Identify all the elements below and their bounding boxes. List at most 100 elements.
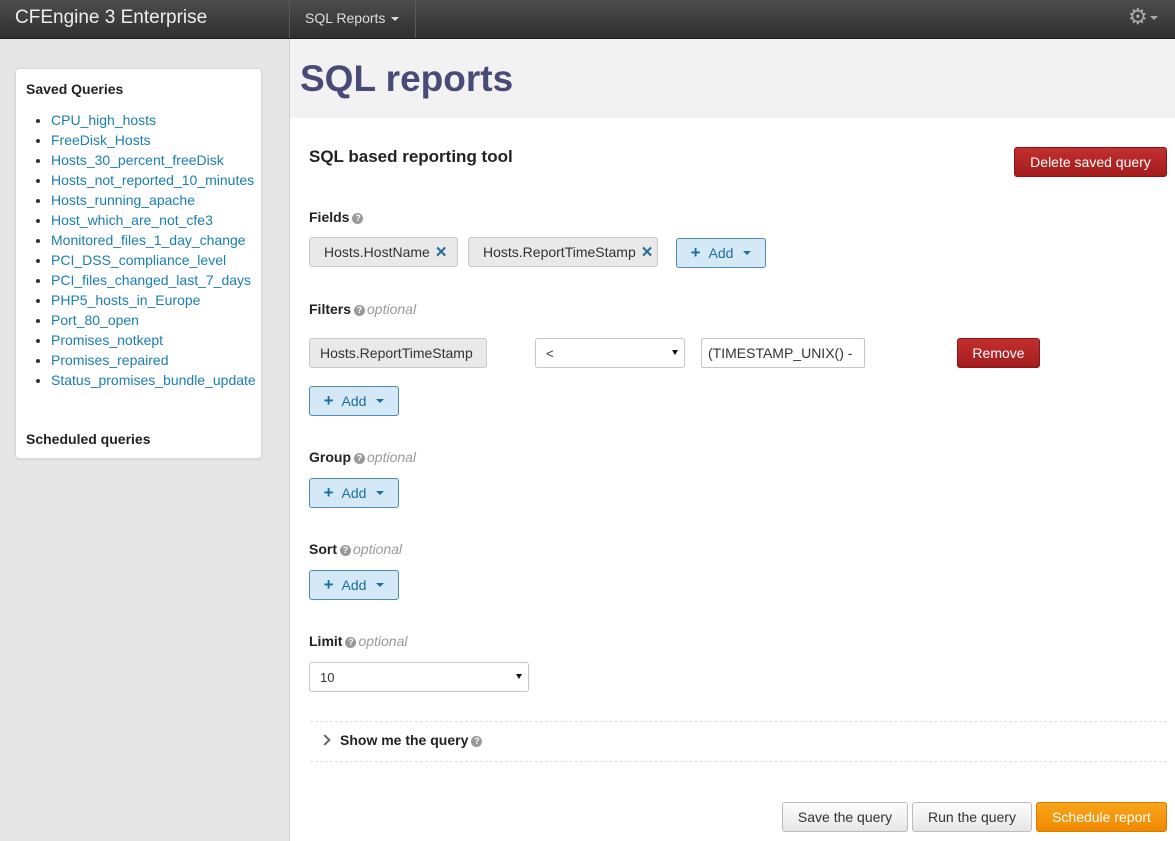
limit-value: 10 xyxy=(320,669,335,685)
saved-queries-list: CPU_high_hosts FreeDisk_Hosts Hosts_30_p… xyxy=(32,110,256,390)
group-add-button[interactable]: + Add xyxy=(309,478,399,508)
saved-query-link[interactable]: Hosts_30_percent_freeDisk xyxy=(51,152,224,168)
filter-operator-value: < xyxy=(546,345,554,361)
chevron-right-icon xyxy=(319,734,331,746)
list-item: Port_80_open xyxy=(51,310,256,330)
scheduled-queries-heading: Scheduled queries xyxy=(26,431,151,447)
report-builder: SQL based reporting tool Delete saved qu… xyxy=(290,118,1175,841)
saved-query-link[interactable]: Monitored_files_1_day_change xyxy=(51,232,246,248)
fields-add-button[interactable]: + Add xyxy=(676,238,766,268)
divider xyxy=(310,761,1167,762)
filters-label-text: Filters xyxy=(309,301,352,317)
limit-select[interactable]: 10 xyxy=(309,662,529,692)
list-item: PHP5_hosts_in_Europe xyxy=(51,290,256,310)
saved-query-link[interactable]: Promises_repaired xyxy=(51,352,169,368)
chevron-down-icon xyxy=(391,17,400,22)
remove-icon[interactable]: ✕ xyxy=(641,243,654,261)
list-item: Status_promises_bundle_update xyxy=(51,370,256,390)
section-title: SQL based reporting tool xyxy=(309,147,513,166)
list-item: Hosts_not_reported_10_minutes xyxy=(51,170,256,190)
optional-tag: optional xyxy=(367,301,417,317)
filters-label: Filters? optional xyxy=(309,301,416,317)
help-icon[interactable]: ? xyxy=(345,637,357,648)
nav-sql-reports-label: SQL Reports xyxy=(305,10,386,26)
chevron-down-icon xyxy=(516,674,522,679)
saved-query-link[interactable]: Hosts_not_reported_10_minutes xyxy=(51,172,254,188)
help-icon[interactable]: ? xyxy=(354,453,365,464)
saved-queries-heading: Saved Queries xyxy=(26,81,124,97)
list-item: Hosts_30_percent_freeDisk xyxy=(51,150,256,170)
filters-add-button[interactable]: + Add xyxy=(309,386,399,416)
limit-label-text: Limit xyxy=(309,633,343,649)
field-chip: Hosts.HostName ✕ xyxy=(309,237,458,267)
limit-label: Limit? optional xyxy=(309,633,408,649)
help-icon[interactable]: ? xyxy=(352,213,364,224)
chevron-down-icon xyxy=(743,251,752,255)
plus-icon: + xyxy=(323,483,334,502)
list-item: Monitored_files_1_day_change xyxy=(51,230,256,250)
field-chip: Hosts.ReportTimeStamp ✕ xyxy=(468,237,658,267)
nav-sql-reports-dropdown[interactable]: SQL Reports xyxy=(289,0,416,38)
remove-icon[interactable]: ✕ xyxy=(435,243,448,261)
divider xyxy=(310,721,1167,722)
page-header: SQL reports xyxy=(290,39,1175,118)
add-label: Add xyxy=(341,577,367,593)
app-brand[interactable]: CFEngine 3 Enterprise xyxy=(15,7,207,29)
group-label: Group? optional xyxy=(309,449,416,465)
field-chip-label: Hosts.HostName xyxy=(324,244,430,260)
plus-icon: + xyxy=(323,391,334,410)
saved-query-link[interactable]: FreeDisk_Hosts xyxy=(51,132,151,148)
show-query-toggle[interactable]: Show me the query? xyxy=(319,732,483,748)
help-icon[interactable]: ? xyxy=(340,545,351,556)
filter-remove-button[interactable]: Remove xyxy=(957,338,1040,368)
saved-query-link[interactable]: PCI_DSS_compliance_level xyxy=(51,252,226,268)
saved-queries-panel: Saved Queries CPU_high_hosts FreeDisk_Ho… xyxy=(15,68,262,459)
list-item: Host_which_are_not_cfe3 xyxy=(51,210,256,230)
add-label: Add xyxy=(341,393,367,409)
chevron-down-icon xyxy=(376,399,385,403)
list-item: Hosts_running_apache xyxy=(51,190,256,210)
save-query-button[interactable]: Save the query xyxy=(782,802,908,832)
list-item: Promises_notkept xyxy=(51,330,256,350)
list-item: Promises_repaired xyxy=(51,350,256,370)
list-item: PCI_files_changed_last_7_days xyxy=(51,270,256,290)
sort-label-text: Sort xyxy=(309,541,337,557)
saved-query-link[interactable]: CPU_high_hosts xyxy=(51,112,156,128)
list-item: FreeDisk_Hosts xyxy=(51,130,256,150)
sort-label: Sort? optional xyxy=(309,541,402,557)
help-icon[interactable]: ? xyxy=(354,305,366,316)
fields-label-text: Fields xyxy=(309,209,350,225)
plus-icon: + xyxy=(323,575,334,594)
sort-add-button[interactable]: + Add xyxy=(309,570,399,600)
chevron-down-icon xyxy=(672,350,678,355)
saved-query-link[interactable]: Host_which_are_not_cfe3 xyxy=(51,212,213,228)
fields-label: Fields? xyxy=(309,209,364,225)
plus-icon: + xyxy=(690,243,701,262)
optional-tag: optional xyxy=(367,449,417,465)
filter-value-input[interactable]: (TIMESTAMP_UNIX() - xyxy=(701,338,865,368)
optional-tag: optional xyxy=(353,541,403,557)
settings-menu[interactable]: ⚙ xyxy=(1128,6,1158,28)
saved-query-link[interactable]: Status_promises_bundle_update xyxy=(51,372,256,388)
saved-query-link[interactable]: PCI_files_changed_last_7_days xyxy=(51,272,251,288)
saved-query-link[interactable]: Promises_notkept xyxy=(51,332,163,348)
group-label-text: Group xyxy=(309,449,351,465)
filter-operator-select[interactable]: < xyxy=(535,338,685,368)
help-icon[interactable]: ? xyxy=(471,736,483,747)
saved-query-link[interactable]: PHP5_hosts_in_Europe xyxy=(51,292,200,308)
filter-field: Hosts.ReportTimeStamp xyxy=(309,338,487,368)
add-label: Add xyxy=(708,245,734,261)
add-label: Add xyxy=(341,485,367,501)
gear-icon: ⚙ xyxy=(1128,4,1148,29)
list-item: PCI_DSS_compliance_level xyxy=(51,250,256,270)
list-item: CPU_high_hosts xyxy=(51,110,256,130)
saved-query-link[interactable]: Hosts_running_apache xyxy=(51,192,195,208)
run-query-button[interactable]: Run the query xyxy=(912,802,1032,832)
schedule-report-button[interactable]: Schedule report xyxy=(1036,802,1167,832)
delete-saved-query-button[interactable]: Delete saved query xyxy=(1014,147,1167,177)
field-chip-label: Hosts.ReportTimeStamp xyxy=(483,244,636,260)
saved-query-link[interactable]: Port_80_open xyxy=(51,312,139,328)
optional-tag: optional xyxy=(358,633,408,649)
chevron-down-icon xyxy=(376,583,385,587)
show-query-label: Show me the query xyxy=(340,732,469,748)
